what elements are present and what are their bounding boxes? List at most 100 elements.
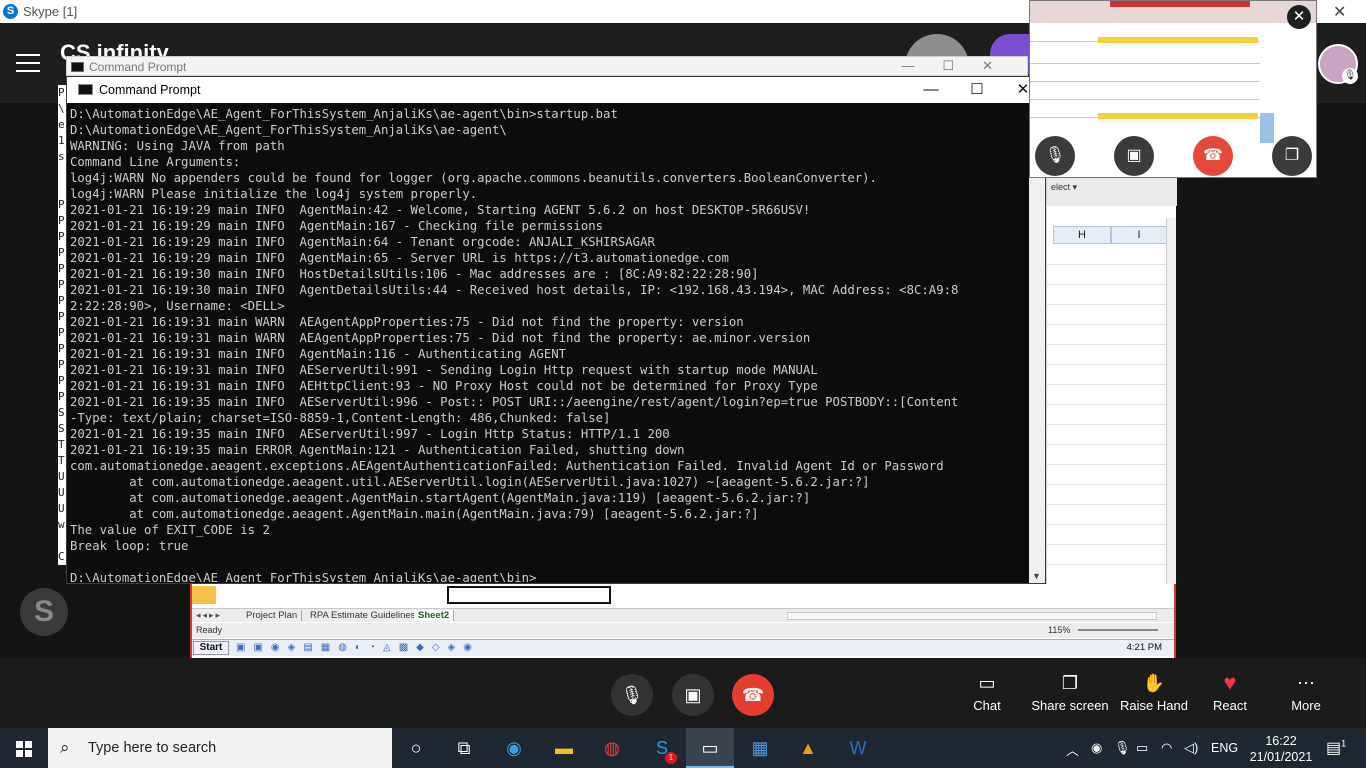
- column-header-i[interactable]: I: [1111, 226, 1167, 244]
- call-control-bar: 🎙 ▣ ☎ ▭ Chat ❐ Share screen ✋ Raise Hand…: [0, 658, 1366, 728]
- console-line: Break loop: true: [70, 539, 189, 553]
- more-icon: ⋯: [1297, 673, 1315, 693]
- selected-cell[interactable]: [447, 586, 611, 604]
- excel-vertical-scrollbar[interactable]: [1166, 218, 1176, 598]
- screen-share-preview[interactable]: ✕ 🎙 ▣ ☎ ❐: [1029, 0, 1317, 178]
- preview-mute-icon[interactable]: 🎙: [1035, 136, 1075, 176]
- console-line: 2021-01-21 16:19:30 main INFO AgentDetai…: [70, 283, 959, 297]
- console-line: 2021-01-21 16:19:30 main INFO HostDetail…: [70, 267, 759, 281]
- console-line: 2021-01-21 16:19:31 main WARN AEAgentApp…: [70, 331, 811, 345]
- shared-screen-taskbar: Start ▣▣◉◈▤▦◍◐◔◬▩◆◇◈◉ 4:21 PM: [192, 639, 1174, 656]
- taskbar-search-box[interactable]: ⌕ Type here to search: [48, 728, 392, 768]
- skype-s-icon[interactable]: S: [20, 588, 68, 636]
- column-header-h[interactable]: H: [1053, 226, 1111, 244]
- console-output[interactable]: D:\AutomationEdge\AE_Agent_ForThisSystem…: [70, 106, 1030, 582]
- console-line: at com.automationedge.aeagent.AgentMain.…: [70, 507, 759, 521]
- command-prompt-window[interactable]: Command Prompt — ☐ ✕ D:\AutomationEdge\A…: [66, 76, 1046, 584]
- windows-logo-icon: [16, 741, 32, 757]
- shared-clock: 4:21 PM: [1126, 642, 1162, 653]
- maximize-button[interactable]: ☐: [957, 79, 997, 101]
- zoom-level[interactable]: 115%: [1048, 625, 1070, 635]
- tab-rpa-estimate[interactable]: RPA Estimate Guidelines: [306, 610, 421, 621]
- minimize-button[interactable]: —: [911, 79, 951, 101]
- console-line: D:\AutomationEdge\AE_Agent_ForThisSystem…: [70, 107, 618, 121]
- cmd-taskbar-icon[interactable]: ▭: [686, 728, 734, 768]
- remote-desktop-icon[interactable]: ▦: [736, 728, 784, 768]
- tab-sheet2[interactable]: Sheet2: [414, 610, 455, 621]
- search-placeholder: Type here to search: [88, 740, 217, 756]
- console-line: 2021-01-21 16:19:29 main INFO AgentMain:…: [70, 235, 655, 249]
- edge-icon[interactable]: ◉: [490, 728, 538, 768]
- excel-window-partial: elect ▾ H I: [1046, 178, 1177, 608]
- tray-camera-icon[interactable]: ◉: [1091, 740, 1102, 756]
- command-prompt-back-window[interactable]: Command Prompt —☐✕: [66, 56, 1028, 76]
- zoom-slider[interactable]: [1078, 629, 1158, 631]
- tab-project-plan[interactable]: Project Plan: [242, 610, 303, 621]
- end-call-icon[interactable]: ☎: [732, 674, 774, 716]
- cmd-icon: [78, 84, 93, 95]
- cmd-icon: [71, 62, 84, 72]
- notification-badge: 1: [1341, 738, 1347, 749]
- excel-bottom-area: ◂◂▸▸ Project Plan RPA Estimate Guideline…: [190, 584, 1176, 658]
- battery-icon[interactable]: ▭: [1136, 740, 1148, 756]
- word-icon[interactable]: W: [834, 728, 882, 768]
- hamburger-menu-icon[interactable]: [16, 54, 40, 72]
- preview-end-call-icon[interactable]: ☎: [1193, 136, 1233, 176]
- skype-close-button[interactable]: ✕: [1333, 2, 1346, 22]
- excel-horizontal-scrollbar[interactable]: [787, 612, 1157, 620]
- file-explorer-icon[interactable]: ▬: [540, 728, 588, 768]
- start-button[interactable]: [0, 728, 48, 768]
- search-icon: ⌕: [60, 738, 70, 757]
- console-line: at com.automationedge.aeagent.AgentMain.…: [70, 491, 811, 505]
- sheet-tab-bar: ◂◂▸▸ Project Plan RPA Estimate Guideline…: [192, 608, 1174, 622]
- console-line: -Type: text/plain; charset=ISO-8859-1,Co…: [70, 411, 611, 425]
- video-off-icon[interactable]: ▣: [672, 674, 714, 716]
- tray-overflow-icon[interactable]: ︿: [1066, 740, 1079, 759]
- taskbar-clock[interactable]: 16:22 21/01/2021: [1248, 733, 1314, 765]
- console-line: 2021-01-21 16:19:29 main INFO AgentMain:…: [70, 203, 811, 217]
- cmd-title: Command Prompt: [99, 83, 201, 97]
- desktop: S Skype [1] ✕ CS infinity 🎙 P \ e 1 s P …: [0, 0, 1366, 768]
- preview-close-icon[interactable]: ✕: [1287, 5, 1311, 29]
- console-line: 2021-01-21 16:19:31 main WARN AEAgentApp…: [70, 315, 744, 329]
- cortana-icon[interactable]: ○: [392, 728, 440, 768]
- skype-logo-icon: S: [3, 4, 18, 19]
- windows-taskbar: ⌕ Type here to search ○ ⧉ ◉ ▬ ◍ S1 ▭ ▦ ▲…: [0, 728, 1366, 768]
- participant-avatar-right[interactable]: 🎙: [1318, 44, 1358, 84]
- sheet-nav-arrows[interactable]: ◂◂▸▸: [196, 610, 222, 621]
- language-indicator[interactable]: ENG: [1211, 741, 1238, 755]
- more-button[interactable]: ⋯ More: [1256, 672, 1356, 713]
- clock-date: 21/01/2021: [1249, 750, 1313, 764]
- excel-status-bar: Ready 115%: [192, 623, 1174, 638]
- shared-start-button: Start: [193, 641, 229, 655]
- automationedge-icon[interactable]: ▲: [784, 728, 832, 768]
- excel-namebox[interactable]: elect ▾: [1047, 178, 1177, 206]
- preview-popout-icon[interactable]: ❐: [1272, 136, 1312, 176]
- cmd-title-bar[interactable]: Command Prompt — ☐ ✕: [67, 77, 1045, 103]
- volume-icon[interactable]: ◁): [1184, 740, 1198, 756]
- window-controls[interactable]: —☐✕: [901, 58, 1021, 74]
- skype-notification-badge: 1: [665, 752, 677, 764]
- wifi-icon[interactable]: ◠: [1161, 740, 1172, 756]
- tray-mic-icon[interactable]: 🎙: [1114, 740, 1131, 756]
- preview-video-off-icon[interactable]: ▣: [1114, 136, 1154, 176]
- task-view-icon[interactable]: ⧉: [440, 728, 488, 768]
- notification-center-icon[interactable]: ▤1: [1326, 738, 1346, 758]
- scroll-down-icon[interactable]: ▼: [1032, 571, 1041, 581]
- highlighted-cell[interactable]: [192, 586, 216, 604]
- mute-mic-icon[interactable]: 🎙: [611, 674, 653, 716]
- console-line: D:\AutomationEdge\AE_Agent_ForThisSystem…: [70, 123, 507, 137]
- text-cursor: [536, 570, 543, 582]
- console-line: D:\AutomationEdge\AE_Agent_ForThisSystem…: [70, 570, 1030, 582]
- console-line: 2021-01-21 16:19:35 main INFO AEServerUt…: [70, 395, 959, 409]
- console-line: at com.automationedge.aeagent.util.AESer…: [70, 475, 870, 489]
- skype-taskbar-icon[interactable]: S1: [638, 728, 686, 768]
- status-ready: Ready: [196, 625, 223, 635]
- chrome-icon[interactable]: ◍: [588, 728, 636, 768]
- console-line: 2021-01-21 16:19:31 main INFO AgentMain:…: [70, 347, 567, 361]
- clock-time: 16:22: [1265, 734, 1297, 748]
- console-line: log4j:WARN Please initialize the log4j s…: [70, 187, 478, 201]
- console-line: 2021-01-21 16:19:29 main INFO AgentMain:…: [70, 251, 729, 265]
- console-line: 2:22:28:90>, Username: <DELL>: [70, 299, 285, 313]
